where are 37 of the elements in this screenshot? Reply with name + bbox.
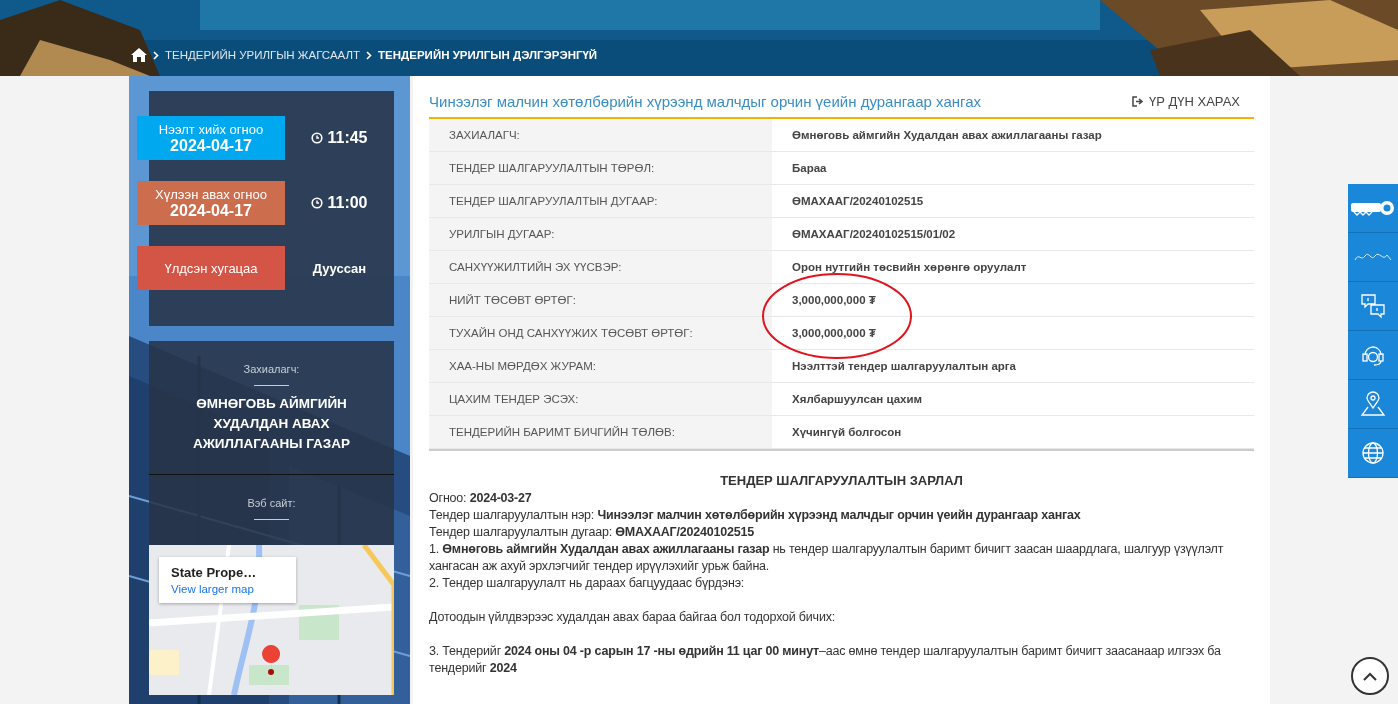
announcement-paragraph: Огноо: 2024-03-27 <box>429 490 533 507</box>
detail-label: ЗАХИАЛАГЧ: <box>429 119 772 151</box>
detail-label: ЦАХИМ ТЕНДЕР ЭСЭХ: <box>429 383 772 415</box>
key-logo-icon <box>1350 198 1396 218</box>
detail-label: УРИЛГЫН ДУГААР: <box>429 218 772 250</box>
announcement-paragraph: 3. Тендерийг 2024 оны 04 -р сарын 17 -ны өдрийн 11 цаг 00 минут–аас өмнө тендер шалгаруулалтын баримт бичигт заасанаар илгээх ба тендерийг 2024 <box>429 643 1222 677</box>
announcement-paragraph: 1. Өмнөговь аймгийн Худалдан авах ажиллагааны газар нь тендер шалгаруулалтын баримт бичигт заасан шаардлага, шалгуур үзүүлэлт хангасан аж ахуй эрхлэгчийг тендер ирүүлэхийг урьж байна. <box>429 541 1225 575</box>
detail-value: Хялбаршуулсан цахим <box>791 392 924 407</box>
detail-value: 3,000,000,000 ₮ <box>772 284 1254 316</box>
view-results-button[interactable]: ҮР ДҮН ХАРАХ <box>1131 93 1254 109</box>
detail-label: ТУХАЙН ОНД САНХҮҮЖИХ ТӨСӨВТ ӨРТӨГ: <box>429 317 772 349</box>
sign-out-icon <box>1131 95 1144 107</box>
detail-label: ТЕНДЕР ШАЛГАРУУЛАЛТЫН ДУГААР: <box>429 185 772 217</box>
announcement-paragraph: Тендер шалгаруулалтын нэр: Чинээлэг малчин хөтөлбөрийн хүрээнд малчдыг орчин үеийн дурангаар хангах <box>429 507 1082 524</box>
chevron-up-icon <box>1363 671 1377 681</box>
announcement-paragraph: Тендер шалгаруулалтын дугаар: ӨМАХААГ/20240102515 <box>429 524 756 541</box>
scroll-top-button[interactable] <box>1351 657 1389 695</box>
announcement-paragraph: 2. Тендер шалгаруулалт нь дараах багцуудаас бүрдэнэ: <box>429 575 746 592</box>
detail-label: ТЕНДЕРИЙН БАРИМТ БИЧГИЙН ТӨЛӨВ: <box>429 416 772 448</box>
detail-value: Хүчингүй болгосон <box>791 425 903 440</box>
detail-label: НИЙТ ТӨСӨВТ ӨРТӨГ: <box>429 284 772 316</box>
detail-label: САНХҮҮЖИЛТИЙН ЭХ ҮҮСВЭР: <box>429 251 772 283</box>
announcement-heading: ТЕНДЕР ШАЛГАРУУЛАЛТЫН ЗАРЛАЛ <box>719 473 964 488</box>
detail-value: 3,000,000,000 ₮ <box>772 317 1254 349</box>
detail-value: Бараа <box>791 161 828 176</box>
detail-label: ТЕНДЕР ШАЛГАРУУЛАЛТЫН ТӨРӨЛ: <box>429 152 772 184</box>
chat-bubbles-icon <box>1360 293 1386 319</box>
detail-value: Нээлттэй тендер шалгаруулалтын арга <box>791 359 1017 374</box>
detail-value: ӨМАХААГ/20240102515/01/02 <box>791 227 957 242</box>
announcement-paragraph: Дотоодын үйлдвэрээс худалдан авах бараа байгаа бол тодорхой бичих: <box>429 609 836 626</box>
detail-value: ӨМАХААГ/20240102515 <box>791 194 925 209</box>
detail-value: Өмнөговь аймгийн Худалдан авах ажиллагааны газар <box>791 128 1103 143</box>
detail-value: Орон нутгийн төсвийн хөрөнгө оруулалт <box>791 260 1028 275</box>
globe-icon <box>1360 440 1386 466</box>
map-pin-icon <box>1360 391 1386 417</box>
tender-title: Чинээлэг малчин хөтөлбөрийн хүрээнд малчдыг орчин үеийн дурангаар хангах <box>429 92 981 110</box>
detail-label: ХАА-НЫ МӨРДӨХ ЖУРАМ: <box>429 350 772 382</box>
